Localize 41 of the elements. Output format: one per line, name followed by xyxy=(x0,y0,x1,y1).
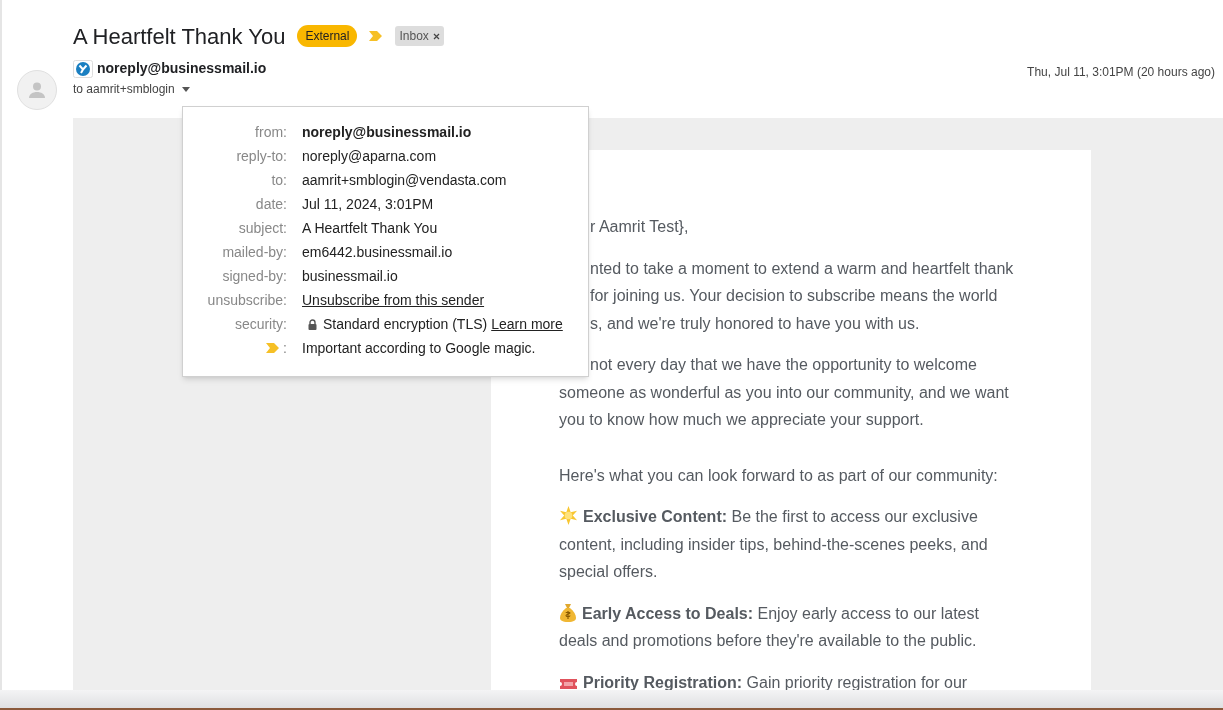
label-text: Inbox xyxy=(399,28,429,45)
field-label: date: xyxy=(255,194,287,214)
learn-more-link[interactable]: Learn more xyxy=(491,313,563,335)
field-label: signed-by: xyxy=(222,266,287,286)
field-label: reply-to: xyxy=(236,146,287,166)
body-text-line: nted to take a moment to extend a warm and heartfelt thank xyxy=(590,259,1014,277)
unsubscribe-link[interactable]: Unsubscribe from this sender xyxy=(302,289,485,311)
field-value: businessmail.io xyxy=(302,266,398,286)
body-text-line: not every day that we have the opportunity to welcome xyxy=(590,356,977,373)
body-text-line: deals and promotions before they're available to the public. xyxy=(559,632,977,649)
field-label: to: xyxy=(271,170,287,190)
body-text-line: someone as wonderful as you into our community, and we want xyxy=(559,383,1009,401)
field-label: from: xyxy=(255,122,287,142)
field-value: em6442.businessmail.io xyxy=(302,242,453,262)
field-label: security: xyxy=(234,314,287,334)
field-label: unsubscribe: xyxy=(207,290,287,310)
timestamp: Thu, Jul 11, 3:01PM (20 hours ago) xyxy=(1027,64,1215,81)
body-text-line: you to know how much we appreciate your support. xyxy=(559,411,924,428)
body-text-line: Priority Registration: Gain priority registration for our xyxy=(583,673,968,690)
field-value: A Heartfelt Thank You xyxy=(302,218,438,238)
field-value: Standard encryption (TLS) xyxy=(323,314,488,334)
field-label: : xyxy=(283,338,287,358)
field-label: mailed-by: xyxy=(222,242,287,262)
body-text-line: Exclusive Content: Be the first to access our exclusive xyxy=(583,508,978,525)
sender-address: noreply@businessmail.io xyxy=(97,59,267,78)
body-text-line: special offers. xyxy=(559,563,658,580)
body-text-line: Early Access to Deals: Enjoy early access to our latest xyxy=(582,604,979,622)
field-label: subject: xyxy=(238,218,287,238)
external-badge: External xyxy=(297,25,358,47)
email-subject: A Heartfelt Thank You xyxy=(73,22,286,51)
body-text-line: Here's what you can look forward to as part of our community: xyxy=(559,466,998,484)
field-value: Jul 11, 2024, 3:01PM xyxy=(302,194,434,214)
body-text-line: s, and we're truly honored to have you with us. xyxy=(590,314,920,332)
field-value: aamrit+smblogin@vendasta.com xyxy=(302,170,507,190)
recipient-text: to aamrit+smblogin xyxy=(73,81,175,98)
field-value: Important according to Google magic. xyxy=(302,338,536,358)
body-text-line: r Aamrit Test}, xyxy=(590,218,689,235)
field-value: noreply@aparna.com xyxy=(302,146,437,166)
field-value: noreply@businessmail.io xyxy=(302,122,472,142)
body-text-line: for joining us. Your decision to subscribe means the world xyxy=(590,287,998,304)
body-text-line: content, including insider tips, behind-the-scenes peeks, and xyxy=(559,535,988,553)
